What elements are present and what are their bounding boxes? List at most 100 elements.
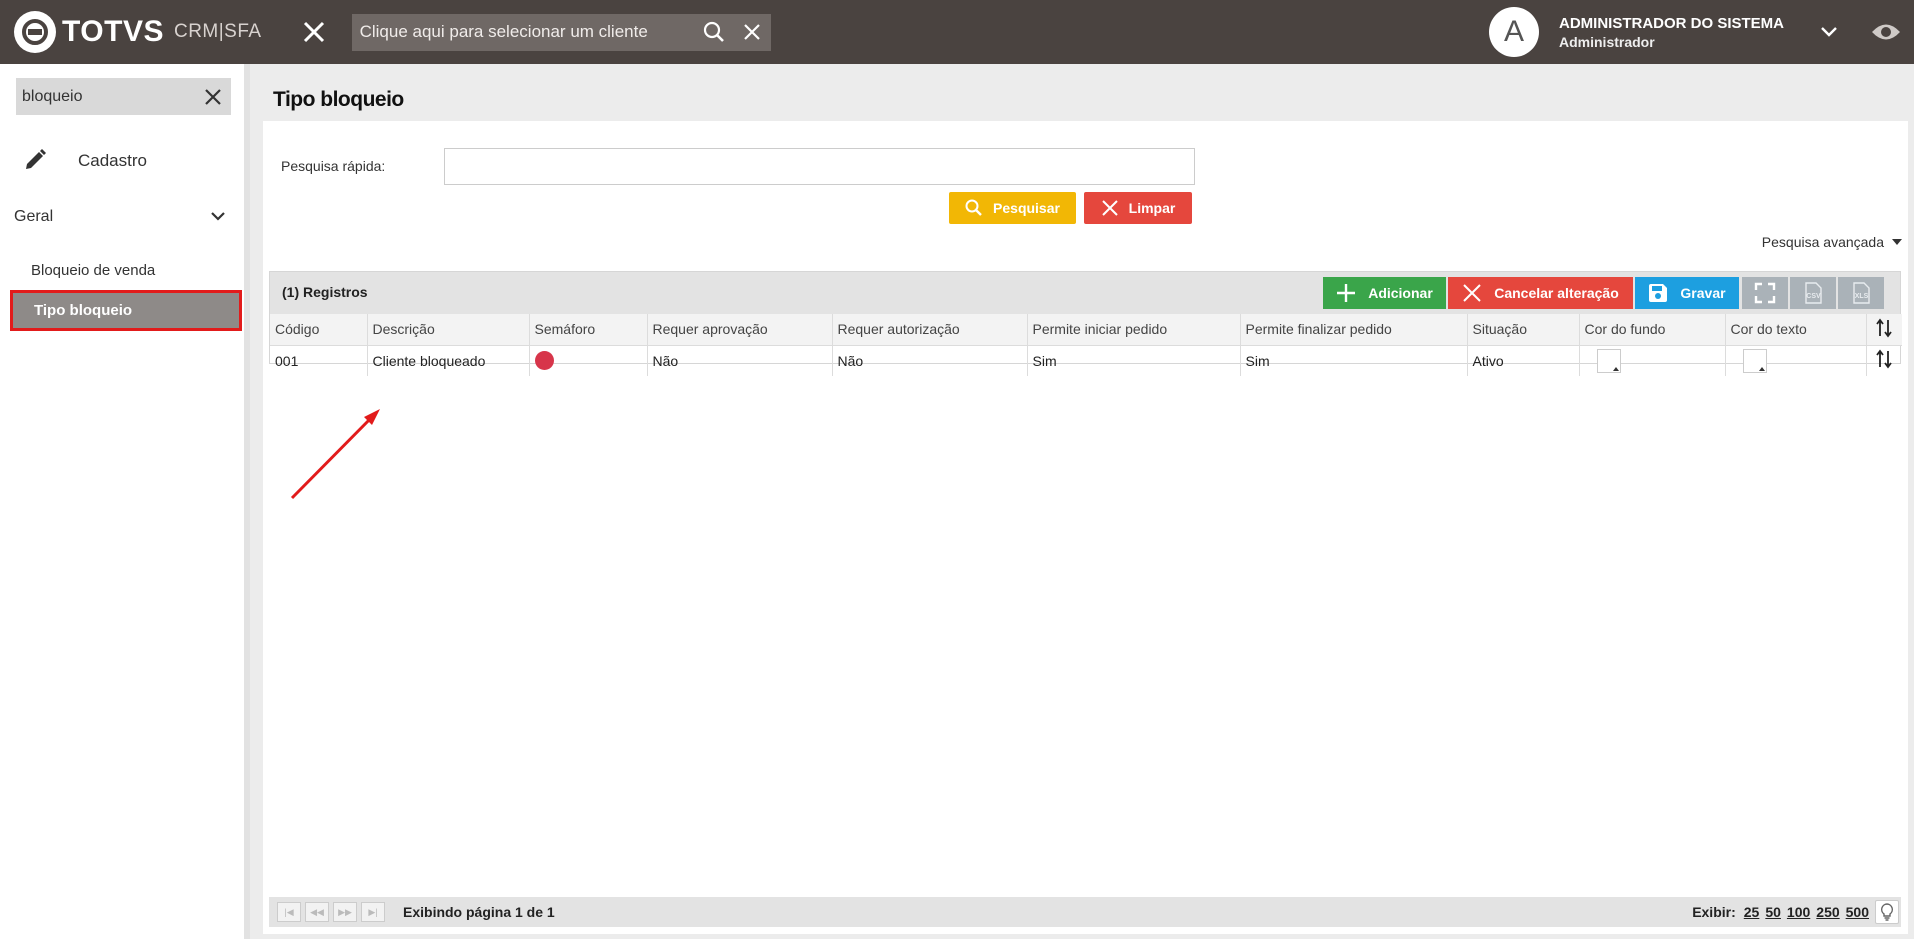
- sidebar-section-label: Cadastro: [78, 151, 147, 170]
- column-header[interactable]: Cor do texto: [1725, 314, 1867, 346]
- user-role: Administrador: [1559, 33, 1655, 50]
- advanced-search-toggle[interactable]: Pesquisa avançada: [1762, 234, 1902, 250]
- table-row[interactable]: 001 Cliente bloqueado Não Não Sim Sim At…: [270, 345, 1902, 376]
- column-order-button[interactable]: [1866, 314, 1902, 346]
- sidebar-group-geral[interactable]: Geral: [0, 197, 244, 237]
- page-size-option[interactable]: 500: [1846, 904, 1869, 920]
- last-page-icon[interactable]: ▶|: [361, 902, 385, 922]
- records-grid: (1) Registros Adicionar Cancelar alteraç…: [269, 271, 1902, 376]
- traffic-light-dot: [534, 351, 554, 371]
- user-menu[interactable]: A ADMINISTRADOR DO SISTEMA Administrador: [1489, 0, 1914, 64]
- table-header-row: Código Descrição Semáforo Requer aprovaç…: [270, 314, 1902, 346]
- cell-requer-autorizacao[interactable]: Não: [832, 345, 1028, 376]
- brand-logo[interactable]: TOTVS CRM|SFA: [14, 0, 262, 64]
- cell-requer-aprovacao[interactable]: Não: [647, 345, 833, 376]
- search-icon[interactable]: [695, 14, 733, 51]
- column-header[interactable]: Requer autorização: [832, 314, 1028, 346]
- text-color-picker[interactable]: [1742, 348, 1767, 373]
- add-button-label: Adicionar: [1368, 285, 1433, 301]
- column-header[interactable]: Situação: [1467, 314, 1580, 346]
- save-button-label: Gravar: [1680, 285, 1726, 301]
- close-menu-button[interactable]: [294, 12, 334, 52]
- records-table: Código Descrição Semáforo Requer aprovaç…: [270, 314, 1902, 376]
- pencil-icon: [22, 147, 48, 176]
- top-bar: TOTVS CRM|SFA Clique aqui para seleciona…: [0, 0, 1914, 64]
- export-csv-button[interactable]: CSV: [1790, 277, 1836, 309]
- fullscreen-button[interactable]: [1742, 277, 1788, 309]
- cell-cor-texto[interactable]: [1725, 345, 1867, 376]
- product-name: CRM|SFA: [173, 21, 262, 42]
- menu-search-value[interactable]: bloqueio: [22, 88, 195, 106]
- clear-search-icon[interactable]: [195, 78, 231, 115]
- svg-text:CSV: CSV: [1806, 293, 1821, 300]
- chevron-down-icon: [210, 207, 226, 230]
- cell-situacao[interactable]: Ativo: [1467, 345, 1580, 376]
- close-icon: [1462, 283, 1482, 303]
- column-header[interactable]: Semáforo: [529, 314, 648, 346]
- sidebar-section-cadastro[interactable]: Cadastro: [22, 141, 147, 181]
- chevron-down-icon[interactable]: [1814, 17, 1844, 47]
- page-size-option[interactable]: 50: [1765, 904, 1781, 920]
- column-header[interactable]: Permite finalizar pedido: [1240, 314, 1468, 346]
- export-xls-button[interactable]: XLS: [1838, 277, 1884, 309]
- close-icon: [303, 21, 324, 43]
- brand-name: TOTVS: [62, 15, 164, 48]
- background-color-picker[interactable]: [1596, 348, 1621, 373]
- page-size-selector: Exibir: 25 50 100 250 500: [1692, 897, 1901, 927]
- cancel-changes-button[interactable]: Cancelar alteração: [1448, 277, 1633, 309]
- floppy-disk-icon: [1648, 283, 1668, 303]
- search-button-label: Pesquisar: [993, 200, 1060, 216]
- csv-file-icon: CSV: [1805, 282, 1822, 304]
- cell-cor-fundo[interactable]: [1579, 345, 1726, 376]
- cell-descricao[interactable]: Cliente bloqueado: [367, 345, 530, 376]
- page-size-option[interactable]: 100: [1787, 904, 1810, 920]
- eye-icon[interactable]: [1866, 12, 1906, 52]
- cell-semaforo[interactable]: [529, 345, 648, 376]
- previous-page-icon[interactable]: ◀◀: [305, 902, 329, 922]
- caret-down-icon: [1892, 239, 1902, 245]
- plus-icon: [1336, 283, 1356, 303]
- content-card: Pesquisa rápida: Pesquisar Limpar Pesqui…: [263, 121, 1908, 934]
- column-header[interactable]: Requer aprovação: [647, 314, 833, 346]
- client-selector[interactable]: Clique aqui para selecionar um cliente: [351, 13, 771, 51]
- page-size-label: Exibir:: [1692, 904, 1736, 920]
- quick-search-input[interactable]: [444, 148, 1195, 185]
- page-title: Tipo bloqueio: [273, 88, 404, 111]
- clear-button-label: Limpar: [1128, 200, 1176, 216]
- records-count: (1) Registros: [282, 284, 368, 300]
- close-icon: [1101, 199, 1119, 217]
- clear-button[interactable]: Limpar: [1084, 192, 1192, 224]
- user-info: ADMINISTRADOR DO SISTEMA Administrador: [1559, 15, 1784, 50]
- column-header[interactable]: Descrição: [367, 314, 530, 346]
- column-header[interactable]: Permite iniciar pedido: [1027, 314, 1241, 346]
- search-button[interactable]: Pesquisar: [949, 192, 1076, 224]
- next-page-icon[interactable]: ▶▶: [333, 902, 357, 922]
- page-size-option[interactable]: 250: [1816, 904, 1839, 920]
- lightbulb-icon[interactable]: [1875, 900, 1899, 924]
- column-header[interactable]: Código: [270, 314, 368, 346]
- first-page-icon[interactable]: |◀: [277, 902, 301, 922]
- cell-codigo[interactable]: 001: [270, 345, 368, 376]
- cell-permite-finalizar[interactable]: Sim: [1240, 345, 1468, 376]
- clear-client-icon[interactable]: [733, 14, 771, 51]
- sidebar-item-tipo-bloqueio[interactable]: Tipo bloqueio: [10, 290, 242, 331]
- svg-text:XLS: XLS: [1855, 293, 1869, 300]
- page-size-option[interactable]: 25: [1744, 904, 1760, 920]
- avatar[interactable]: A: [1489, 7, 1539, 57]
- client-selector-placeholder[interactable]: Clique aqui para selecionar um cliente: [360, 22, 695, 42]
- sidebar: bloqueio Cadastro Geral Bloqueio de vend…: [0, 64, 250, 939]
- annotation-arrow-icon: [290, 409, 380, 500]
- save-button[interactable]: Gravar: [1635, 277, 1739, 309]
- add-button[interactable]: Adicionar: [1323, 277, 1446, 309]
- sidebar-item-bloqueio-de-venda[interactable]: Bloqueio de venda: [0, 251, 244, 289]
- menu-search-input[interactable]: bloqueio: [16, 78, 231, 115]
- sort-arrows-icon: [1876, 318, 1892, 338]
- xls-file-icon: XLS: [1853, 282, 1870, 304]
- user-name: ADMINISTRADOR DO SISTEMA: [1559, 14, 1784, 32]
- column-header[interactable]: Cor do fundo: [1579, 314, 1726, 346]
- page-info: Exibindo página 1 de 1: [403, 904, 555, 920]
- row-order-button[interactable]: [1866, 345, 1902, 376]
- grid-toolbar: (1) Registros Adicionar Cancelar alteraç…: [270, 272, 1900, 314]
- cell-permite-iniciar[interactable]: Sim: [1027, 345, 1241, 376]
- sort-arrows-icon: [1876, 349, 1892, 369]
